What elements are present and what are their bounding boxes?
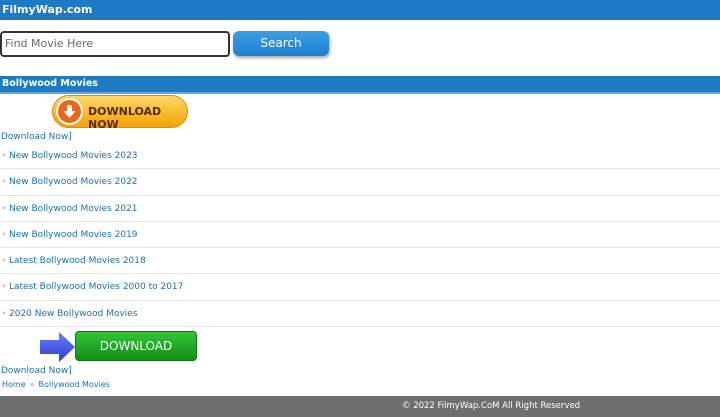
- bullet-icon: »: [2, 282, 7, 291]
- blue-arrow-icon: [40, 332, 75, 362]
- search-input[interactable]: Find Movie Here: [0, 31, 230, 57]
- section-title: Bollywood Movies: [2, 78, 98, 89]
- list-item-link[interactable]: New Bollywood Movies 2019: [9, 230, 138, 240]
- bullet-icon: »: [2, 203, 7, 212]
- bullet-icon: »: [2, 308, 7, 317]
- bullet-icon: »: [2, 229, 7, 238]
- breadcrumb: Home» Bollywood Movies: [2, 380, 110, 389]
- search-placeholder: Find Movie Here: [5, 37, 94, 50]
- download-now-label: DOWNLOAD NOW: [88, 105, 162, 131]
- site-logo[interactable]: FilmyWap.com: [2, 3, 92, 16]
- search-button[interactable]: Search: [233, 31, 329, 56]
- section-header: Bollywood Movies: [0, 76, 720, 94]
- list-item-link[interactable]: New Bollywood Movies 2022: [9, 177, 138, 187]
- top-header-bar: FilmyWap.com: [0, 0, 720, 20]
- list-item-link[interactable]: New Bollywood Movies 2021: [9, 204, 138, 214]
- list-item-link[interactable]: New Bollywood Movies 2023: [9, 151, 138, 161]
- breadcrumb-current[interactable]: Bollywood Movies: [39, 380, 110, 389]
- bullet-icon: »: [2, 151, 7, 159]
- list-item-link[interactable]: Latest Bollywood Movies 2018: [9, 256, 146, 266]
- list-item-link[interactable]: Latest Bollywood Movies 2000 to 2017: [9, 282, 183, 292]
- list-item[interactable]: » New Bollywood Movies 2021: [0, 196, 720, 222]
- bullet-icon: »: [2, 177, 7, 186]
- footer-copyright: © 2022 FilmyWap.CoM All Right Reserved: [402, 401, 581, 411]
- bullet-icon: »: [2, 256, 7, 265]
- download-arrow-icon: [56, 98, 83, 125]
- list-item[interactable]: » Latest Bollywood Movies 2000 to 2017: [0, 274, 720, 301]
- breadcrumb-separator: »: [29, 380, 35, 389]
- download-button[interactable]: DOWNLOAD: [75, 331, 197, 361]
- list-item[interactable]: » New Bollywood Movies 2019: [0, 222, 720, 249]
- download-now-badge[interactable]: DOWNLOAD NOW: [52, 95, 188, 131]
- list-item[interactable]: » New Bollywood Movies 2023: [0, 143, 720, 170]
- list-item[interactable]: » New Bollywood Movies 2022: [0, 169, 720, 196]
- download-now-link[interactable]: Download Now]: [1, 366, 72, 376]
- list-item-link[interactable]: 2020 New Bollywood Movies: [9, 309, 138, 319]
- movie-category-list: » New Bollywood Movies 2023 » New Bollywoo…: [0, 143, 720, 328]
- footer: © 2022 FilmyWap.CoM All Right Reserved: [0, 396, 720, 417]
- list-item[interactable]: » Latest Bollywood Movies 2018: [0, 248, 720, 275]
- download-now-link[interactable]: Download Now]: [1, 132, 72, 142]
- breadcrumb-home[interactable]: Home: [2, 380, 26, 389]
- list-item[interactable]: » 2020 New Bollywood Movies: [0, 301, 720, 328]
